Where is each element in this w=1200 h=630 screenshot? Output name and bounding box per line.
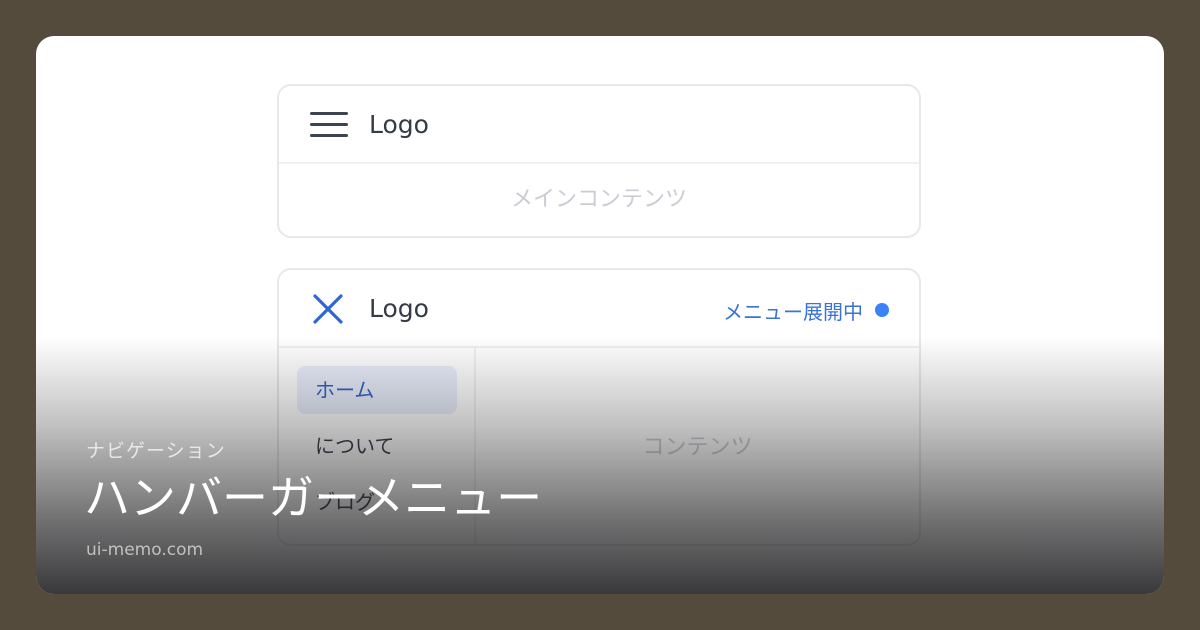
drawer-item-about[interactable]: について [297, 422, 457, 470]
og-card: Logo メインコンテンツ Logo メニュー展開中 ホーム について ブログ … [36, 36, 1164, 594]
mock-header-open: Logo メニュー展開中 [279, 270, 919, 348]
category-label: ナビゲーション [86, 440, 226, 462]
status-dot-icon [875, 303, 889, 317]
page-title: ハンバーガーメニュー [84, 471, 543, 525]
content-placeholder: コンテンツ [642, 435, 753, 460]
logo[interactable]: Logo [369, 292, 429, 326]
main-content-placeholder: メインコンテンツ [510, 187, 687, 212]
logo[interactable]: Logo [369, 108, 429, 142]
close-icon[interactable] [312, 293, 344, 325]
mock-header: Logo [279, 86, 919, 164]
site-domain: ui-memo.com [86, 540, 204, 560]
menu-open-status-label: メニュー展開中 [723, 299, 863, 324]
mock-closed-menu: Logo メインコンテンツ [277, 84, 921, 238]
drawer-item-home[interactable]: ホーム [297, 366, 457, 414]
hamburger-menu-icon[interactable] [310, 110, 348, 140]
menu-open-status: メニュー展開中 [723, 294, 889, 326]
